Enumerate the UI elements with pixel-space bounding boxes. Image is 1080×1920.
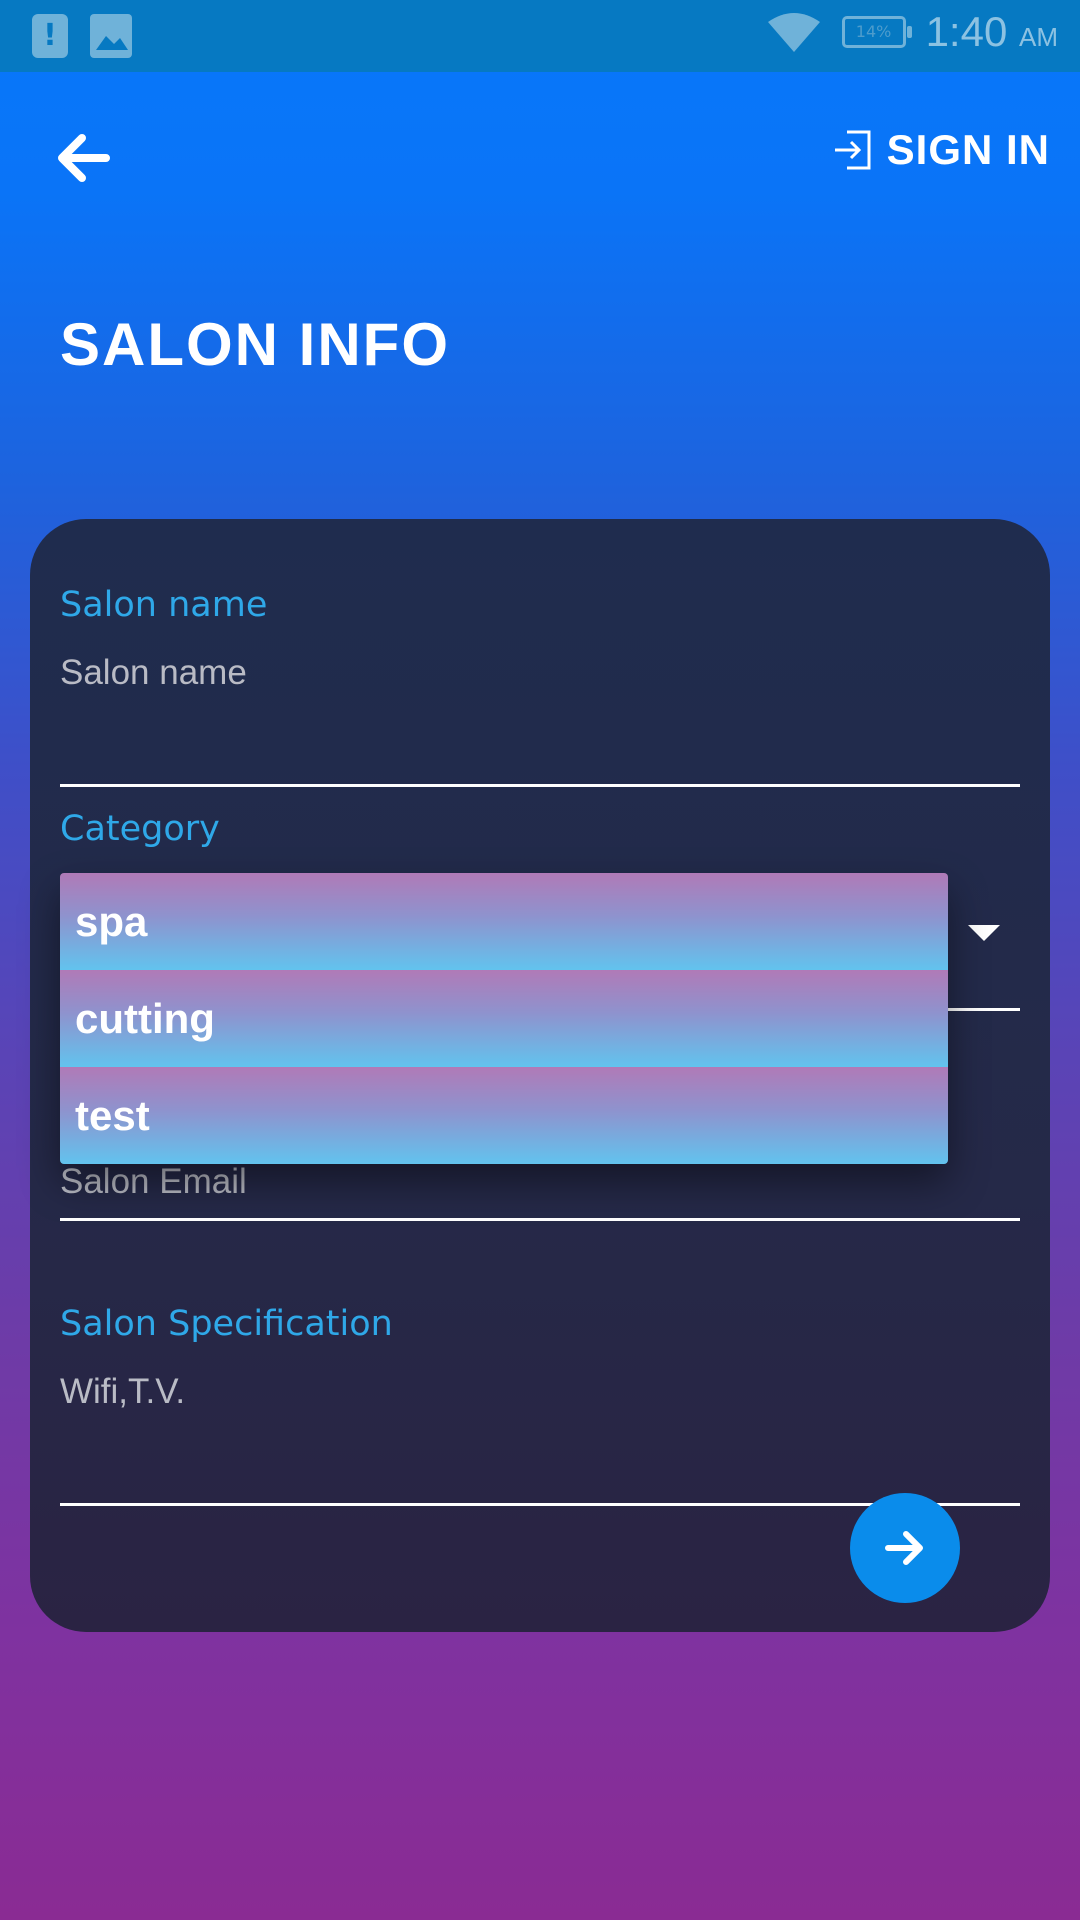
option-label: cutting: [75, 994, 215, 1042]
category-label: Category: [60, 809, 220, 849]
salon-specification-label: Salon Specification: [60, 1304, 393, 1344]
alert-icon: !: [32, 14, 68, 58]
salon-name-label: Salon name: [60, 585, 268, 625]
option-label: test: [75, 1091, 150, 1139]
category-option-cutting[interactable]: cutting: [60, 970, 948, 1067]
salon-specification-field: Salon Specification Wifi,T.V.: [60, 1304, 1020, 1506]
battery-icon: 14%: [841, 16, 912, 48]
category-option-spa[interactable]: spa: [60, 873, 948, 970]
clock: 1:40 AM: [926, 8, 1058, 56]
salon-name-underline: [60, 784, 1020, 787]
status-left-icons: !: [32, 14, 132, 58]
dropdown-arrow-icon[interactable]: [968, 925, 1000, 941]
salon-specification-input[interactable]: Wifi,T.V.: [60, 1372, 1020, 1412]
salon-email-input[interactable]: Salon Email: [60, 1162, 247, 1202]
arrow-left-icon: [58, 134, 110, 182]
sign-in-icon: [834, 130, 871, 170]
status-right: 14% 1:40 AM: [766, 8, 1058, 56]
category-field: Category: [60, 809, 1020, 1011]
clock-time: 1:40: [925, 8, 1008, 55]
next-button[interactable]: [850, 1493, 960, 1603]
option-label: spa: [75, 897, 148, 945]
sign-in-button[interactable]: SIGN IN: [833, 126, 1050, 174]
salon-email-underline: [60, 1218, 1020, 1221]
back-button[interactable]: [52, 126, 116, 190]
category-option-test[interactable]: test: [60, 1067, 948, 1164]
arrow-right-icon: [885, 1531, 923, 1565]
sign-in-label: SIGN IN: [886, 126, 1050, 173]
status-bar: ! 14% 1:40 AM: [0, 0, 1080, 72]
clock-ampm: AM: [1019, 22, 1058, 52]
salon-name-field: Salon name Salon name: [60, 585, 1020, 787]
salon-name-input[interactable]: Salon name: [60, 653, 1020, 693]
battery-level: 14%: [855, 22, 892, 41]
category-dropdown-list: spa cutting test: [60, 873, 948, 1164]
wifi-icon: [767, 13, 820, 52]
image-icon: [90, 14, 132, 58]
page-title: SALON INFO: [60, 311, 450, 378]
